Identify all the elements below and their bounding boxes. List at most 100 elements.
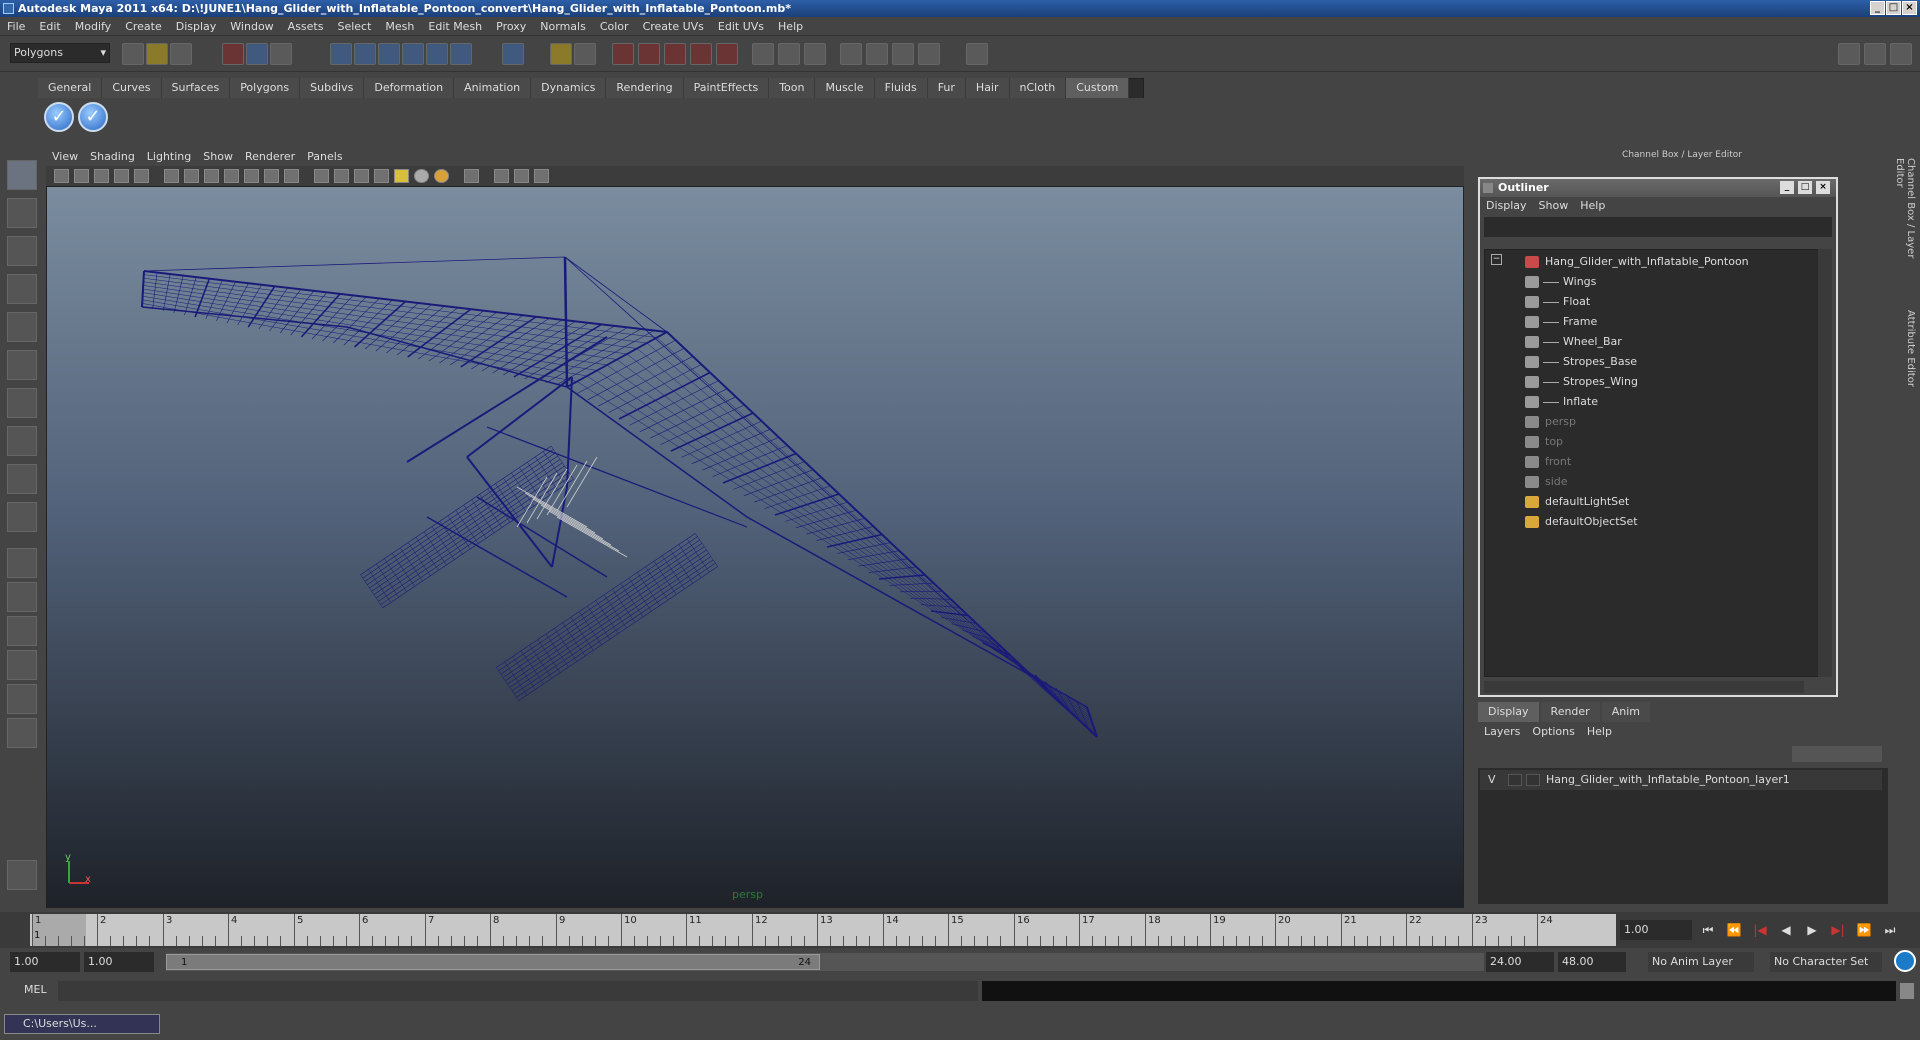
- menu-set-dropdown[interactable]: Polygons ▾: [10, 43, 110, 63]
- command-input[interactable]: [58, 981, 978, 1001]
- scale-tool-icon[interactable]: [7, 350, 37, 380]
- shelf-tab-curves[interactable]: Curves: [102, 78, 162, 98]
- wireframe-on-shaded-icon[interactable]: [354, 169, 369, 183]
- outliner-menu-show[interactable]: Show: [1533, 197, 1575, 215]
- range-slider-handle[interactable]: 1 24: [166, 954, 820, 970]
- manipulator-tool-icon[interactable]: [7, 388, 37, 418]
- outliner-item-wheel_bar[interactable]: Wheel_Bar: [1485, 332, 1815, 352]
- play-backwards-icon[interactable]: ◀: [1778, 922, 1794, 938]
- film-gate-icon[interactable]: [184, 169, 199, 183]
- step-forward-key-icon[interactable]: ▶|: [1830, 922, 1846, 938]
- rename-icon[interactable]: [866, 43, 888, 65]
- outliner-vertical-scrollbar[interactable]: [1818, 249, 1832, 677]
- bookmark-icon[interactable]: [94, 169, 109, 183]
- history-icon[interactable]: [450, 43, 472, 65]
- viewport-menu-shading[interactable]: Shading: [84, 148, 141, 166]
- tool-settings-toggle-icon[interactable]: [1864, 43, 1886, 65]
- step-forward-frame-icon[interactable]: ⏩: [1856, 922, 1872, 938]
- wireframe-icon[interactable]: [314, 169, 329, 183]
- attribute-editor-toggle-icon[interactable]: [1838, 43, 1860, 65]
- shelf-tab-painteffects[interactable]: PaintEffects: [683, 78, 770, 98]
- lasso-tool-icon[interactable]: [7, 198, 37, 228]
- outliner-item-defaultlightset[interactable]: defaultLightSet: [1485, 492, 1815, 512]
- command-language-label[interactable]: MEL: [24, 983, 47, 996]
- animation-end-field[interactable]: 48.00: [1558, 952, 1626, 972]
- shelf-tab-custom[interactable]: Custom: [1066, 78, 1130, 98]
- playback-start-field[interactable]: 1.00: [84, 952, 154, 972]
- close-button[interactable]: ×: [1902, 1, 1917, 15]
- maximize-button[interactable]: □: [1886, 1, 1901, 15]
- anim-layer-dropdown[interactable]: No Anim Layer: [1648, 952, 1754, 972]
- absolute-icon[interactable]: [918, 43, 940, 65]
- construction-history-icon[interactable]: [574, 43, 596, 65]
- gate-mask-icon[interactable]: [224, 169, 239, 183]
- outliner-item-stropes_base[interactable]: Stropes_Base: [1485, 352, 1815, 372]
- outliner-item-camera-persp[interactable]: persp: [1485, 412, 1815, 432]
- shelf-tab-toon[interactable]: Toon: [769, 78, 816, 98]
- show-manipulator-icon[interactable]: [7, 464, 37, 494]
- safe-action-icon[interactable]: [264, 169, 279, 183]
- render-view-icon[interactable]: [716, 43, 738, 65]
- layout-icon[interactable]: [804, 43, 826, 65]
- outliner-menu-help[interactable]: Help: [1574, 197, 1611, 215]
- outliner-item-wings[interactable]: Wings: [1485, 272, 1815, 292]
- menu-edit[interactable]: Edit: [32, 17, 67, 36]
- select-hierarchy-icon[interactable]: [222, 43, 244, 65]
- 2d-pan-zoom-icon[interactable]: [134, 169, 149, 183]
- shelf-tab-surfaces[interactable]: Surfaces: [161, 78, 231, 98]
- outliner-close-button[interactable]: ×: [1816, 181, 1830, 194]
- shelf-tab-animation[interactable]: Animation: [454, 78, 532, 98]
- viewport-menu-panels[interactable]: Panels: [301, 148, 348, 166]
- character-set-dropdown[interactable]: No Character Set: [1770, 952, 1882, 972]
- field-chart-icon[interactable]: [244, 169, 259, 183]
- grid-icon[interactable]: [164, 169, 179, 183]
- minimized-window[interactable]: C:\Users\Us...: [4, 1014, 160, 1034]
- outliner-horizontal-scrollbar[interactable]: [1484, 681, 1804, 693]
- four-view-layout-icon[interactable]: [7, 582, 37, 612]
- layer-color-swatch[interactable]: [1526, 774, 1540, 786]
- menu-assets[interactable]: Assets: [281, 17, 331, 36]
- outliner-maximize-button[interactable]: □: [1798, 181, 1812, 194]
- xray-components-icon[interactable]: [534, 169, 549, 183]
- script-editor-button[interactable]: [1900, 983, 1914, 999]
- menu-normals[interactable]: Normals: [533, 17, 593, 36]
- camera-attributes-icon[interactable]: [74, 169, 89, 183]
- channel-box-toggle-icon[interactable]: [1890, 43, 1912, 65]
- play-forwards-icon[interactable]: ▶: [1804, 922, 1820, 938]
- shelf-tab-muscle[interactable]: Muscle: [815, 78, 875, 98]
- shadows-icon[interactable]: [414, 169, 429, 183]
- playback-end-field[interactable]: 24.00: [1486, 952, 1554, 972]
- attribute-editor-side-tab[interactable]: Attribute Editor: [1900, 310, 1916, 400]
- outliner-item-defaultobjectset[interactable]: defaultObjectSet: [1485, 512, 1815, 532]
- select-tool-icon[interactable]: [7, 160, 37, 190]
- shelf-tab-general[interactable]: General: [38, 78, 103, 98]
- current-frame-field[interactable]: 1.00: [1620, 920, 1692, 940]
- open-scene-icon[interactable]: [146, 43, 168, 65]
- outliner-item-frame[interactable]: Frame: [1485, 312, 1815, 332]
- image-plane-icon[interactable]: [114, 169, 129, 183]
- outliner-layout-icon[interactable]: [7, 616, 37, 646]
- isolate-select-icon[interactable]: [464, 169, 479, 183]
- menu-edit-uvs[interactable]: Edit UVs: [711, 17, 771, 36]
- auto-key-icon[interactable]: [1894, 950, 1916, 972]
- menu-edit-mesh[interactable]: Edit Mesh: [421, 17, 489, 36]
- transform-field-icon[interactable]: [778, 43, 800, 65]
- new-scene-icon[interactable]: [122, 43, 144, 65]
- time-slider-bar[interactable]: 1 1 2 3 4 5 6 7 8 9 10 11 12 13 14 15 16 17 18 19 20 21 22 23 2…: [30, 914, 1616, 946]
- range-slider[interactable]: 1 24: [166, 953, 1484, 971]
- outliner-item-camera-front[interactable]: front: [1485, 452, 1815, 472]
- minimize-button[interactable]: _: [1870, 1, 1885, 15]
- lock-icon[interactable]: [550, 43, 572, 65]
- viewport-menu-show[interactable]: Show: [197, 148, 239, 166]
- default-lights-icon[interactable]: [394, 169, 409, 183]
- select-camera-icon[interactable]: [54, 169, 69, 183]
- viewport-menu-lighting[interactable]: Lighting: [141, 148, 197, 166]
- snap-surface-icon[interactable]: [426, 43, 448, 65]
- shelf-tab-fur[interactable]: Fur: [927, 78, 966, 98]
- layer-row[interactable]: V Hang_Glider_with_Inflatable_Pontoon_la…: [1480, 770, 1882, 790]
- animation-start-field[interactable]: 1.00: [10, 952, 80, 972]
- render-settings-icon[interactable]: [664, 43, 686, 65]
- menu-proxy[interactable]: Proxy: [489, 17, 533, 36]
- shelf-tab-rendering[interactable]: Rendering: [606, 78, 684, 98]
- go-to-start-icon[interactable]: ⏮: [1700, 922, 1716, 938]
